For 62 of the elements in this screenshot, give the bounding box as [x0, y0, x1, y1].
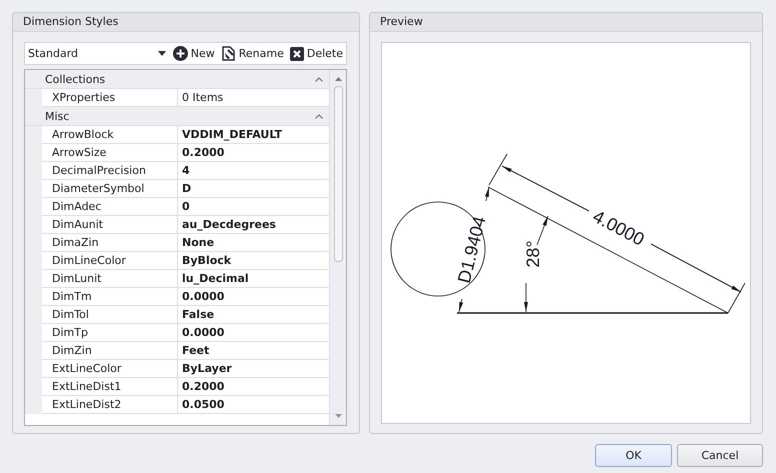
property-value[interactable]: 0: [178, 198, 329, 216]
property-name: DiameterSymbol: [42, 180, 178, 198]
property-name: DimZin: [42, 342, 178, 360]
property-value[interactable]: 0.2000: [178, 144, 329, 162]
scrollbar[interactable]: [329, 70, 346, 425]
scroll-up-icon: [335, 77, 342, 81]
property-value[interactable]: ByBlock: [178, 252, 329, 270]
cancel-button[interactable]: Cancel: [677, 444, 763, 467]
property-name: DimTp: [42, 324, 178, 342]
property-name: DimLunit: [42, 270, 178, 288]
new-button[interactable]: New: [170, 43, 218, 64]
property-name: DimLineColor: [42, 252, 178, 270]
property-name: ArrowSize: [42, 144, 178, 162]
delete-icon: [290, 46, 304, 60]
property-name: XProperties: [42, 89, 178, 107]
property-value[interactable]: 0.2000: [178, 378, 329, 396]
category-label: Collections: [45, 72, 106, 86]
property-name: ExtLineDist1: [42, 378, 178, 396]
panel-title: Preview: [370, 13, 762, 32]
category-label: Misc: [45, 110, 70, 122]
caret-icon: [158, 51, 166, 56]
scroll-thumb[interactable]: [334, 86, 343, 262]
rename-icon: [220, 46, 236, 61]
property-value[interactable]: D: [178, 180, 329, 198]
property-name: DecimalPrecision: [42, 162, 178, 180]
category-header[interactable]: Collections: [25, 70, 329, 89]
collapse-chevron-icon: [315, 76, 323, 82]
property-value[interactable]: Feet: [178, 342, 329, 360]
style-dropdown[interactable]: Standard: [25, 43, 170, 64]
property-value[interactable]: 0.0000: [178, 288, 329, 306]
dropdown-value: Standard: [28, 47, 78, 60]
property-value[interactable]: 0.0500: [178, 396, 329, 414]
dimension-arrow: [484, 186, 490, 202]
property-value[interactable]: ByLayer: [178, 360, 329, 378]
property-name: DimAdec: [42, 198, 178, 216]
collapse-chevron-icon: [315, 114, 323, 118]
angle-label: 28°: [522, 240, 543, 268]
property-name: DimAunit: [42, 216, 178, 234]
diameter-label: D1.9404: [454, 214, 490, 286]
property-name: DimTm: [42, 288, 178, 306]
plus-circle-icon: [172, 46, 188, 61]
rename-button[interactable]: Rename: [218, 43, 287, 64]
category-header[interactable]: Misc: [25, 107, 329, 126]
property-name: DimaZin: [42, 234, 178, 252]
property-value[interactable]: au_Decdegrees: [178, 216, 329, 234]
dimension-arrow: [458, 298, 464, 312]
delete-button[interactable]: Delete: [286, 43, 346, 64]
property-value[interactable]: 4: [178, 162, 329, 180]
property-name: DimTol: [42, 306, 178, 324]
property-name: ArrowBlock: [42, 126, 178, 144]
property-value[interactable]: 0.0000: [178, 324, 329, 342]
scroll-down-icon: [335, 414, 342, 418]
dimension-arrow: [524, 282, 528, 312]
property-value[interactable]: lu_Decimal: [178, 270, 329, 288]
ok-button[interactable]: OK: [595, 444, 672, 467]
property-name: ExtLineDist2: [42, 396, 178, 414]
property-value[interactable]: VDDIM_DEFAULT: [178, 126, 329, 144]
panel-title: Dimension Styles: [13, 13, 359, 32]
property-value[interactable]: False: [178, 306, 329, 324]
property-name: ExtLineColor: [42, 360, 178, 378]
property-value[interactable]: None: [178, 234, 329, 252]
property-value[interactable]: 0 Items: [178, 89, 329, 107]
